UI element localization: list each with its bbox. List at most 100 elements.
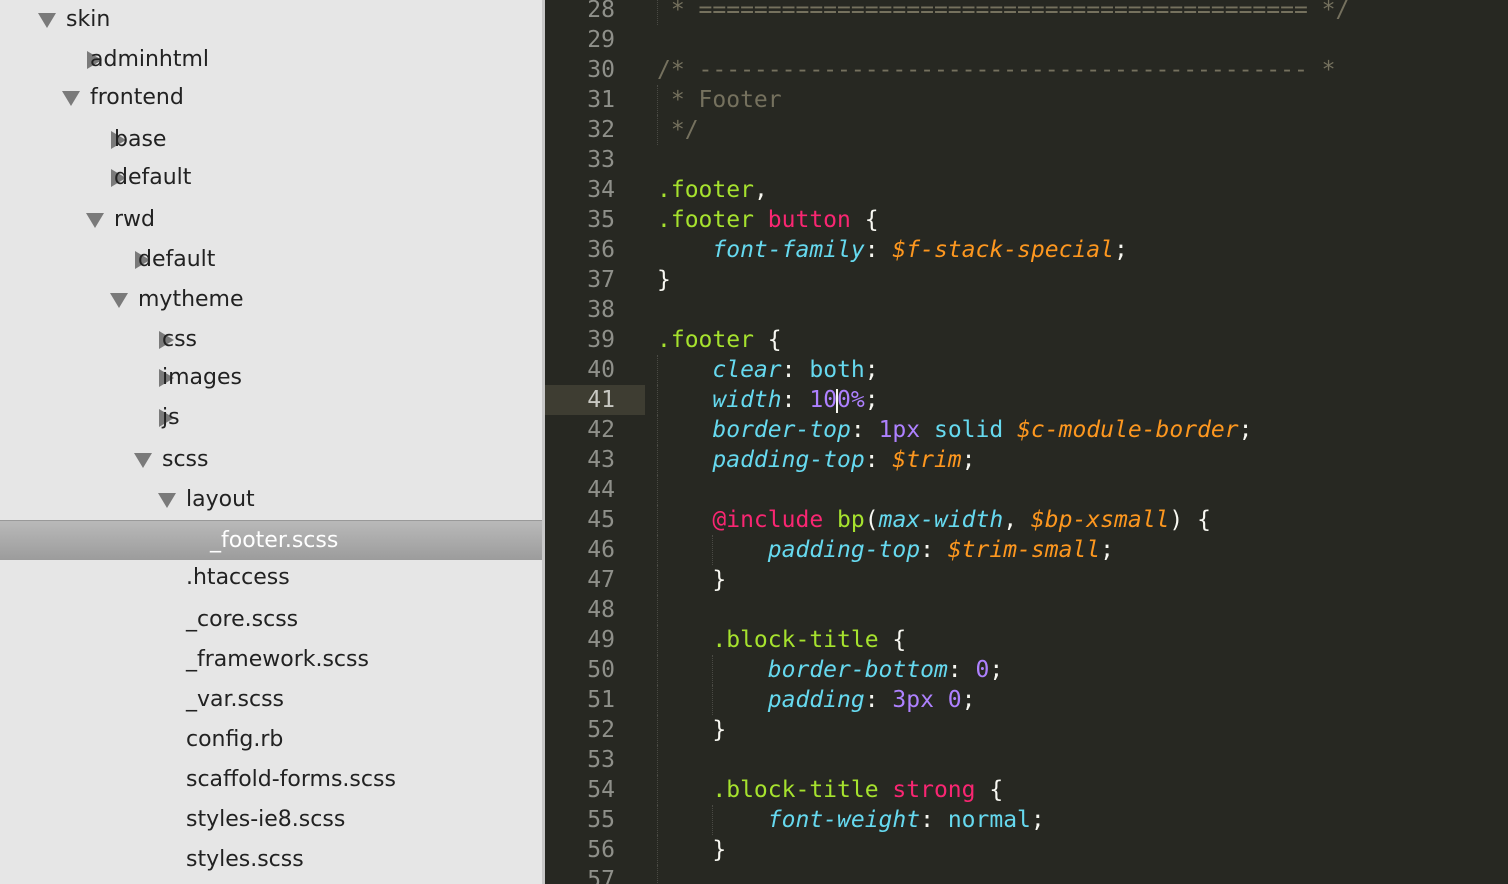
folder-item[interactable]: default — [0, 240, 542, 280]
code-line[interactable]: 52 } — [545, 715, 1508, 745]
token-punct: : — [920, 537, 948, 563]
folder-item[interactable]: default — [0, 158, 542, 198]
folder-item[interactable]: rwd — [0, 200, 542, 240]
line-number: 56 — [587, 837, 615, 863]
token-comment: * ======================================… — [657, 0, 1350, 23]
folder-item[interactable]: frontend — [0, 78, 542, 118]
token-property: clear — [712, 357, 782, 383]
tree-item-label: _var.scss — [186, 687, 285, 712]
code-line[interactable]: 48 — [545, 595, 1508, 625]
code-text: .footer { — [657, 325, 782, 355]
code-line[interactable]: 30 /* -----------------------------------… — [545, 55, 1508, 85]
code-text: .footer button { — [657, 205, 879, 235]
file-item[interactable]: _footer.scss — [0, 520, 542, 560]
code-line[interactable]: 31 * Footer — [545, 85, 1508, 115]
code-line[interactable]: 43 padding-top: $trim; — [545, 445, 1508, 475]
code-line[interactable]: 46 padding-top: $trim-small; — [545, 535, 1508, 565]
code-line[interactable]: 28 * ===================================… — [545, 0, 1508, 25]
file-item[interactable]: config.rb — [0, 720, 542, 760]
code-line[interactable]: 57 — [545, 865, 1508, 884]
code-line[interactable]: 39 .footer { — [545, 325, 1508, 355]
line-number: 44 — [587, 477, 615, 503]
line-number: 45 — [587, 507, 615, 533]
token-number: 3px 0 — [892, 687, 962, 713]
line-number: 43 — [587, 447, 615, 473]
folder-item[interactable]: mytheme — [0, 280, 542, 320]
folder-item[interactable]: scss — [0, 440, 542, 480]
code-line[interactable]: 42 border-top: 1px solid $c-module-borde… — [545, 415, 1508, 445]
folder-item[interactable]: layout — [0, 480, 542, 520]
code-line[interactable]: 51 padding: 3px 0; — [545, 685, 1508, 715]
line-number: 42 — [587, 417, 615, 443]
file-item[interactable]: _core.scss — [0, 600, 542, 640]
file-item[interactable]: _framework.scss — [0, 640, 542, 680]
token-punct: } — [712, 837, 727, 863]
folder-item[interactable]: css — [0, 320, 542, 360]
token-punct: ( — [864, 507, 879, 533]
code-line[interactable]: 33 — [545, 145, 1508, 175]
disclosure-expanded-icon[interactable] — [134, 453, 152, 468]
code-line[interactable]: 55 font-weight: normal; — [545, 805, 1508, 835]
code-line[interactable]: 49 .block-title { — [545, 625, 1508, 655]
line-number: 51 — [587, 687, 615, 713]
line-number: 49 — [587, 627, 615, 653]
token-func: bp — [837, 507, 865, 533]
disclosure-expanded-icon[interactable] — [62, 91, 80, 106]
token-property: padding — [767, 687, 865, 713]
code-line[interactable]: 47 } — [545, 565, 1508, 595]
tree-item-label: default — [138, 247, 216, 272]
file-item[interactable]: .htaccess — [0, 558, 542, 598]
folder-item[interactable]: skin — [0, 0, 542, 40]
folder-item[interactable]: images — [0, 358, 542, 398]
code-text: * ======================================… — [657, 0, 1350, 25]
token-punct: ; — [989, 657, 1004, 683]
code-line[interactable]: 41 width: 100%; — [545, 385, 1508, 415]
code-line[interactable]: 36 font-family: $f-stack-special; — [545, 235, 1508, 265]
code-line[interactable]: 29 — [545, 25, 1508, 55]
disclosure-expanded-icon[interactable] — [86, 213, 104, 228]
token-punct: ; — [961, 447, 976, 473]
disclosure-expanded-icon[interactable] — [158, 493, 176, 508]
token-variable: $f-stack-special — [892, 237, 1114, 263]
code-line[interactable]: 40 clear: both; — [545, 355, 1508, 385]
token-property: width — [712, 387, 782, 413]
token-punct: } — [712, 717, 727, 743]
token-selector: .block-title — [712, 627, 879, 653]
code-line[interactable]: 45 @include bp(max-width, $bp-xsmall) { — [545, 505, 1508, 535]
tree-item-label: _footer.scss — [210, 528, 339, 553]
code-line[interactable]: 44 — [545, 475, 1508, 505]
code-line[interactable]: 35 .footer button { — [545, 205, 1508, 235]
folder-item[interactable]: adminhtml — [0, 40, 542, 80]
code-line[interactable]: 50 border-bottom: 0; — [545, 655, 1508, 685]
code-line[interactable]: 32 */ — [545, 115, 1508, 145]
tree-item-label: frontend — [90, 85, 184, 110]
file-item[interactable]: styles.scss — [0, 840, 542, 880]
code-line[interactable]: 53 — [545, 745, 1508, 775]
line-number: 32 — [587, 117, 615, 143]
tree-item-label: rwd — [114, 207, 156, 232]
token-punct: , — [753, 177, 768, 203]
code-line[interactable]: 54 .block-title strong { — [545, 775, 1508, 805]
code-editor[interactable]: 28 * ===================================… — [545, 0, 1508, 884]
code-line[interactable]: 38 — [545, 295, 1508, 325]
code-text: } — [657, 715, 726, 745]
file-item[interactable]: scaffold-forms.scss — [0, 760, 542, 800]
code-line[interactable]: 56 } — [545, 835, 1508, 865]
file-item[interactable]: _var.scss — [0, 680, 542, 720]
line-number: 35 — [587, 207, 615, 233]
file-item[interactable]: styles-ie8.scss — [0, 800, 542, 840]
folder-item[interactable]: base — [0, 120, 542, 160]
code-line[interactable]: 34 .footer, — [545, 175, 1508, 205]
code-line[interactable]: 37} — [545, 265, 1508, 295]
disclosure-expanded-icon[interactable] — [110, 293, 128, 308]
token-comment: */ — [657, 117, 699, 143]
disclosure-expanded-icon[interactable] — [38, 13, 56, 28]
folder-item[interactable]: js — [0, 398, 542, 438]
